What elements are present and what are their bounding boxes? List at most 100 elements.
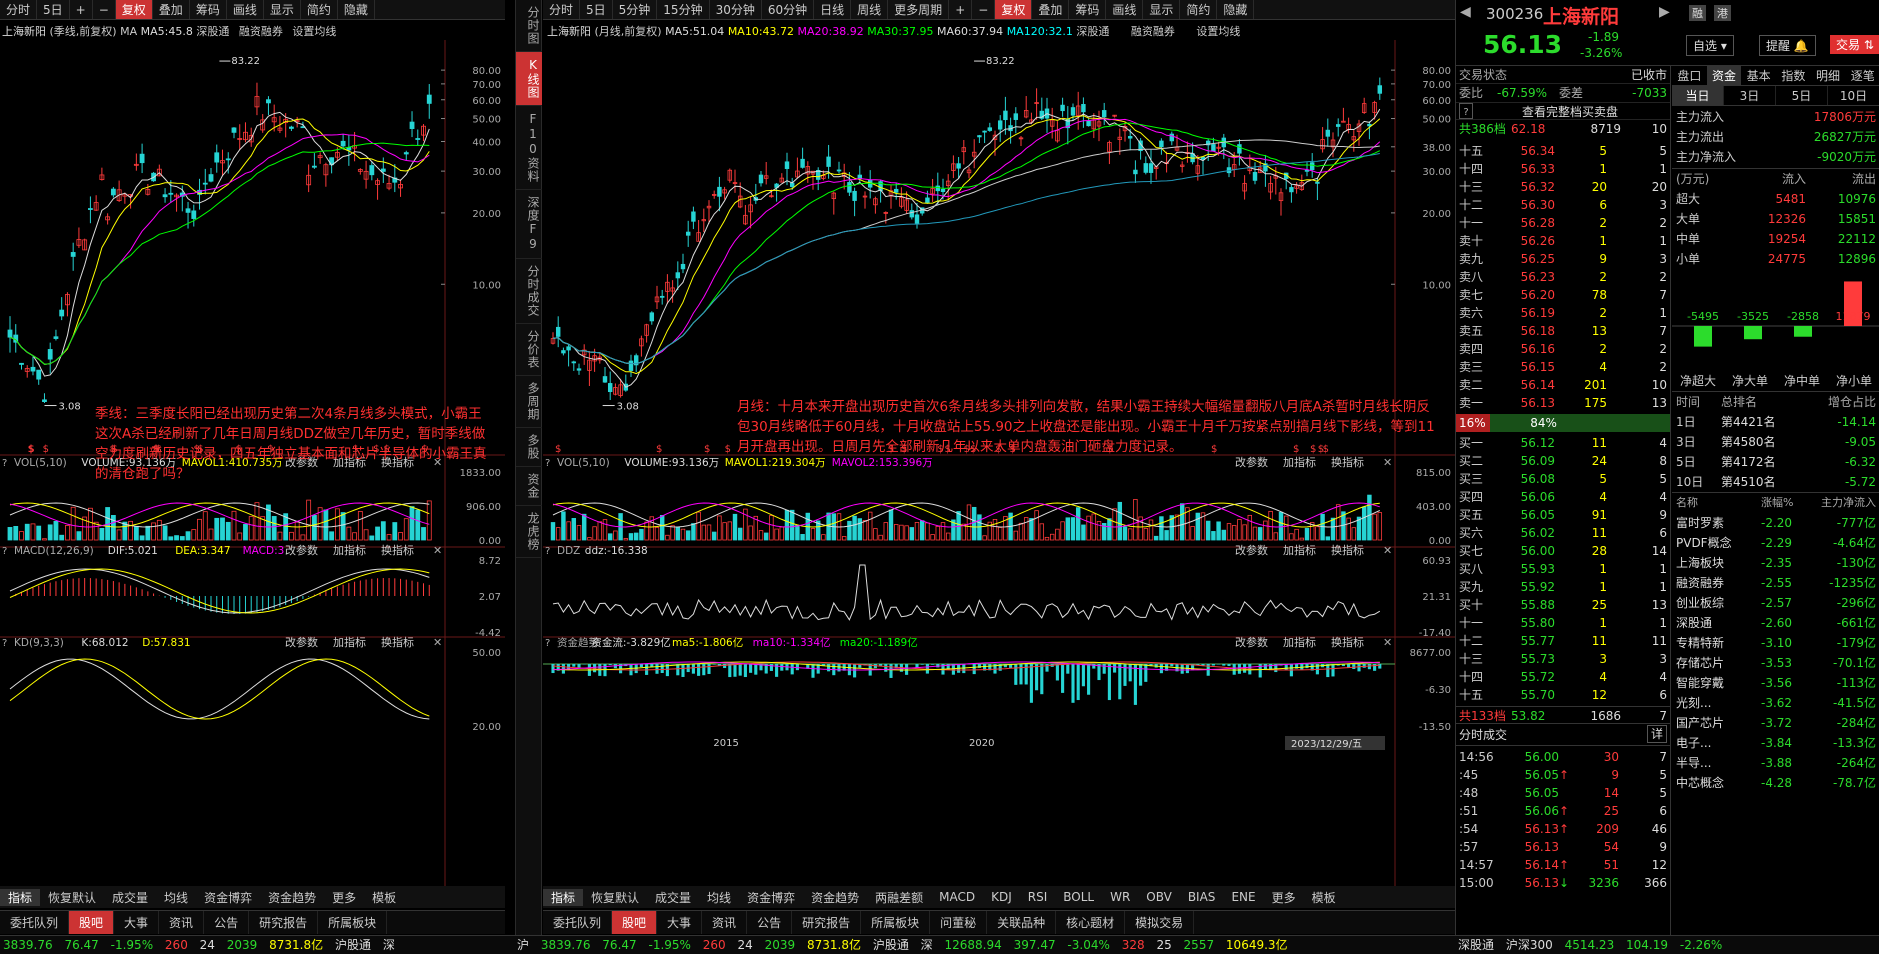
toolbar-btn-14[interactable]: 画线	[1106, 0, 1144, 19]
toolbar-btn-9[interactable]: +	[949, 0, 973, 19]
info-tab-3[interactable]: 资讯	[159, 911, 205, 934]
indicator-tab-3[interactable]: 均线	[699, 889, 739, 906]
info-tab-10[interactable]: 模拟交易	[1125, 911, 1195, 934]
toolbar-btn-3[interactable]: −	[93, 0, 116, 19]
pane-button[interactable]: 换指标	[381, 543, 414, 557]
indicator-tab-6[interactable]: 更多	[324, 889, 364, 906]
indicator-tab-2[interactable]: 成交量	[104, 889, 156, 906]
toolbar-btn-10[interactable]: −	[972, 0, 996, 19]
period-tab-3[interactable]: 10日	[1828, 86, 1879, 105]
info-tab-6[interactable]: 所属板块	[861, 911, 931, 934]
pane-button[interactable]: 加指标	[1283, 635, 1316, 649]
period-tab-2[interactable]: 5日	[1776, 86, 1828, 105]
indicator-tab-0[interactable]: 指标	[543, 888, 584, 906]
info-tab-4[interactable]: 公告	[204, 911, 250, 934]
pane-button[interactable]: 改参数	[285, 543, 318, 557]
indicator-tab-8[interactable]: KDJ	[983, 890, 1020, 904]
indicator-tab-3[interactable]: 均线	[156, 889, 196, 906]
toolbar-btn-3[interactable]: 15分钟	[657, 0, 710, 19]
st-s8[interactable]: 沪股通	[335, 938, 371, 952]
vnav-item-3[interactable]: 深度F9	[516, 190, 542, 259]
indicator-tab-10[interactable]: BOLL	[1055, 890, 1102, 904]
sector-row[interactable]: 上海板块 -2.35 -130亿	[1672, 553, 1879, 573]
alert-button[interactable]: 提醒 🔔	[1759, 35, 1816, 56]
st-r1[interactable]: 深股通	[1458, 938, 1494, 952]
indicator-tab-13[interactable]: BIAS	[1180, 890, 1224, 904]
toolbar-btn-5[interactable]: 叠加	[153, 0, 190, 19]
vnav-item-0[interactable]: 分时图	[516, 0, 542, 52]
sector-row[interactable]: 电子... -3.84 -13.3亿	[1672, 733, 1879, 753]
sector-row[interactable]: 创业板综 -2.57 -296亿	[1672, 593, 1879, 613]
mid-kline-chart[interactable]: 80.00 70.00 60.00 50.00 38.00 30.00 20.00 10.00…	[543, 40, 1455, 888]
toolbar-btn-6[interactable]: 日线	[814, 0, 852, 19]
quote-tab-3[interactable]: 指数	[1776, 66, 1811, 85]
toolbar-btn-5[interactable]: 60分钟	[762, 0, 815, 19]
indicator-tab-1[interactable]: 恢复默认	[40, 889, 104, 906]
indicator-tab-5[interactable]: 资金趋势	[260, 889, 324, 906]
period-tab-0[interactable]: 当日	[1672, 86, 1724, 105]
pane-button[interactable]: 改参数	[285, 635, 318, 649]
info-tab-1[interactable]: 股吧	[69, 911, 115, 934]
close-icon[interactable]: ✕	[433, 544, 442, 557]
indicator-tab-16[interactable]: 模板	[1304, 889, 1344, 906]
indicator-tab-15[interactable]: 更多	[1264, 889, 1304, 906]
toolbar-btn-0[interactable]: 分时	[0, 0, 38, 19]
close-icon[interactable]: ✕	[1383, 636, 1392, 649]
toolbar-btn-2[interactable]: 5分钟	[613, 0, 658, 19]
toolbar-btn-0[interactable]: 分时	[543, 0, 581, 19]
quote-tab-0[interactable]: 盘口	[1672, 66, 1707, 85]
pane-button[interactable]: 改参数	[1235, 635, 1268, 649]
indicator-tab-12[interactable]: OBV	[1138, 890, 1180, 904]
next-stock-icon[interactable]: ▶	[1659, 4, 1670, 20]
quote-tab-5[interactable]: 逐笔	[1845, 66, 1879, 85]
st-m9[interactable]: 沪股通	[873, 938, 909, 952]
toolbar-btn-15[interactable]: 显示	[1143, 0, 1181, 19]
pane-button[interactable]: 改参数	[1235, 455, 1268, 469]
close-icon[interactable]: ✕	[1383, 456, 1392, 469]
sector-row[interactable]: 深股通 -2.60 -661亿	[1672, 613, 1879, 633]
close-icon[interactable]: ✕	[1383, 544, 1392, 557]
indicator-tab-4[interactable]: 资金博弈	[196, 889, 260, 906]
sector-row[interactable]: 中芯概念 -4.28 -78.7亿	[1672, 773, 1879, 793]
toolbar-btn-4[interactable]: 30分钟	[710, 0, 762, 19]
vnav-item-1[interactable]: K线图	[516, 52, 542, 106]
indicator-tab-7[interactable]: MACD	[931, 890, 983, 904]
info-tab-8[interactable]: 关联品种	[987, 911, 1057, 934]
left-margin-btn[interactable]: 融资融券	[239, 25, 283, 38]
vnav-item-9[interactable]: 龙虎榜	[516, 506, 542, 558]
toolbar-btn-4[interactable]: 复权	[115, 0, 153, 19]
mid-ma-setting-btn[interactable]: 设置均线	[1196, 25, 1240, 38]
vnav-item-8[interactable]: 资金	[516, 467, 542, 506]
quote-tab-4[interactable]: 明细	[1811, 66, 1846, 85]
pane-button[interactable]: 换指标	[1331, 635, 1364, 649]
info-tab-7[interactable]: 问董秘	[930, 911, 988, 934]
toolbar-btn-7[interactable]: 画线	[227, 0, 264, 19]
sector-row[interactable]: 国产芯片 -3.72 -284亿	[1672, 713, 1879, 733]
pane-button[interactable]: 加指标	[1283, 543, 1316, 557]
vnav-item-6[interactable]: 多周期	[516, 376, 542, 428]
vnav-item-7[interactable]: 多股	[516, 428, 542, 467]
period-tab-1[interactable]: 3日	[1724, 86, 1776, 105]
pane-button[interactable]: 改参数	[1235, 543, 1268, 557]
close-icon[interactable]: ✕	[433, 636, 442, 649]
sector-row[interactable]: 半导... -3.88 -264亿	[1672, 753, 1879, 773]
toolbar-btn-1[interactable]: 5日	[37, 0, 70, 19]
vnav-item-2[interactable]: F10资料	[516, 106, 542, 190]
indicator-tab-9[interactable]: RSI	[1020, 890, 1056, 904]
full-book-link[interactable]: ? 查看完整档买卖盘	[1456, 102, 1670, 120]
indicator-tab-11[interactable]: WR	[1102, 890, 1138, 904]
indicator-tab-1[interactable]: 恢复默认	[583, 889, 647, 906]
indicator-tab-0[interactable]: 指标	[0, 888, 41, 906]
toolbar-btn-12[interactable]: 叠加	[1032, 0, 1070, 19]
info-tab-1[interactable]: 股吧	[612, 911, 658, 934]
add-watchlist-button[interactable]: 自选 ▾	[1686, 35, 1734, 56]
pane-button[interactable]: 换指标	[1331, 543, 1364, 557]
pane-button[interactable]: 换指标	[381, 635, 414, 649]
info-tab-9[interactable]: 核心题材	[1056, 911, 1126, 934]
indicator-tab-4[interactable]: 资金博弈	[739, 889, 803, 906]
toolbar-btn-10[interactable]: 隐藏	[338, 0, 375, 19]
mid-margin-btn[interactable]: 融资融券	[1131, 25, 1175, 38]
info-tab-2[interactable]: 大事	[657, 911, 703, 934]
toolbar-btn-6[interactable]: 筹码	[190, 0, 227, 19]
info-tab-0[interactable]: 委托队列	[543, 911, 613, 934]
